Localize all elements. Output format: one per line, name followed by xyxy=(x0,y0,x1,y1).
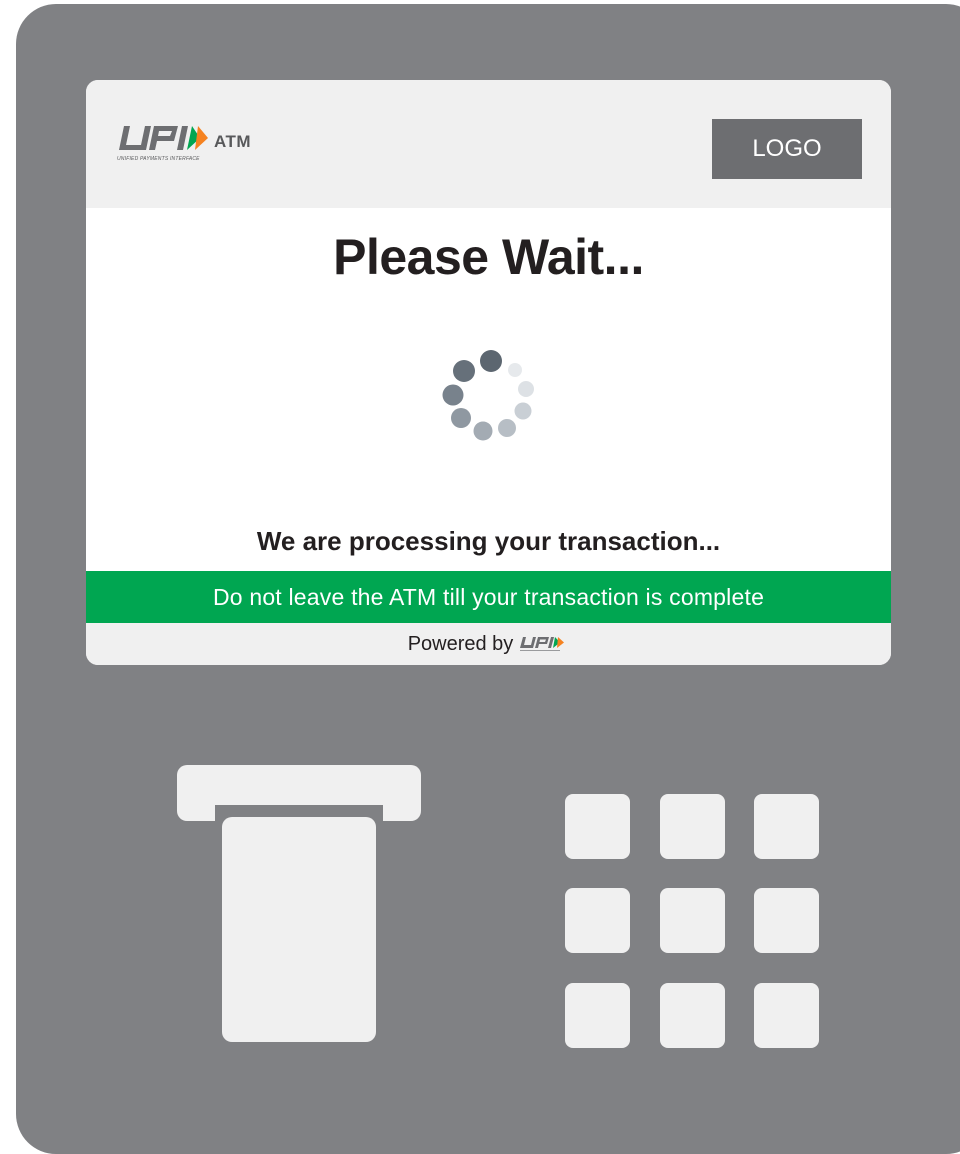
keypad-key[interactable] xyxy=(565,794,630,859)
spinner-dot xyxy=(480,350,502,372)
warning-banner: Do not leave the ATM till your transacti… xyxy=(86,571,891,623)
keypad-key[interactable] xyxy=(754,983,819,1048)
spinner-dot xyxy=(514,402,532,420)
spinner-dot xyxy=(473,421,493,441)
keypad-key[interactable] xyxy=(660,794,725,859)
upi-mini-logo-icon xyxy=(520,637,565,651)
powered-by-label: Powered by xyxy=(407,632,514,655)
keypad-key[interactable] xyxy=(565,888,630,953)
atm-screen: ATM UNIFIED PAYMENTS INTERFACE LOGO Plea… xyxy=(86,80,891,665)
spinner-dot xyxy=(498,419,516,437)
spinner-dot xyxy=(518,381,534,397)
keypad-key[interactable] xyxy=(660,888,725,953)
keypad-key[interactable] xyxy=(565,983,630,1048)
spinner-dot xyxy=(442,384,464,406)
spinner-dot xyxy=(451,408,471,428)
keypad-key[interactable] xyxy=(754,888,819,953)
powered-by-footer: Powered by xyxy=(86,623,891,665)
spinner-dot xyxy=(508,363,522,377)
keypad-key[interactable] xyxy=(754,794,819,859)
keypad-key[interactable] xyxy=(660,983,725,1048)
warning-text: Do not leave the ATM till your transacti… xyxy=(212,583,765,610)
card-reader[interactable] xyxy=(222,817,376,1042)
processing-message: We are processing your transaction... xyxy=(256,526,721,556)
spinner-dot xyxy=(453,360,475,382)
